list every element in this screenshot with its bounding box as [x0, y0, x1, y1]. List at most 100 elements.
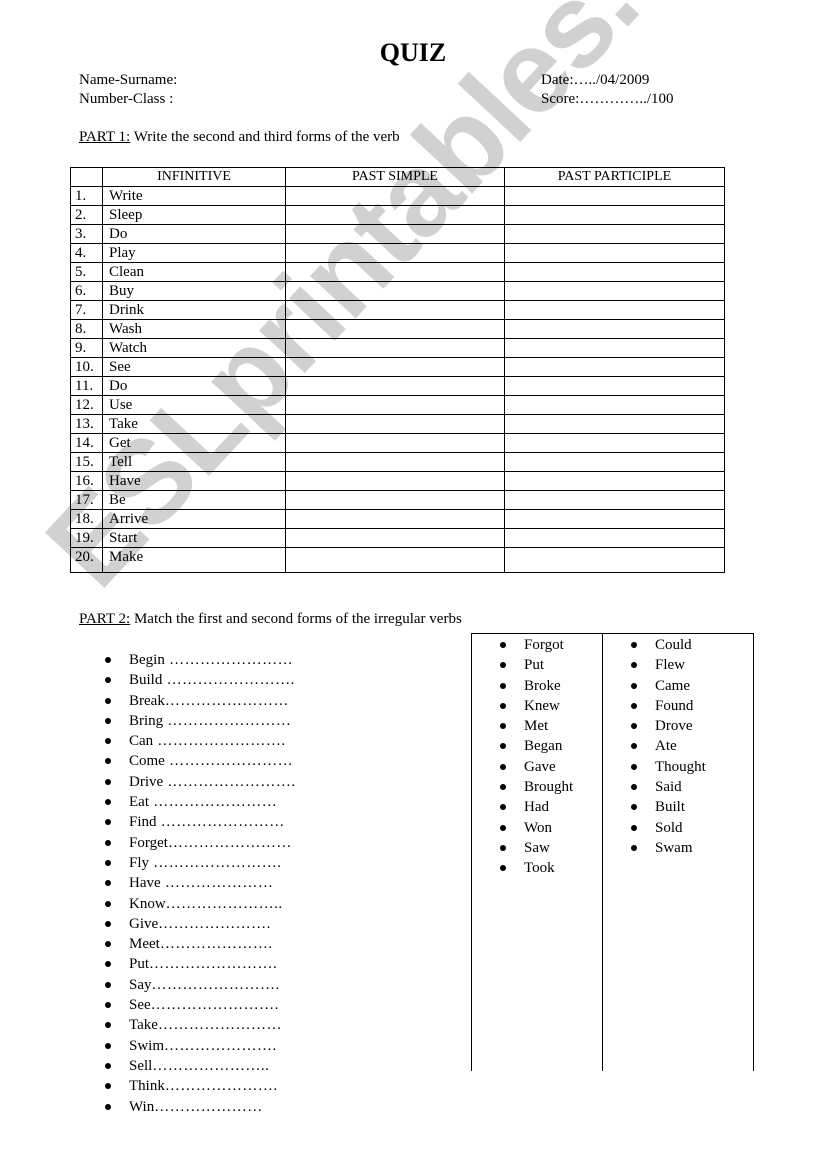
bullet-icon — [105, 981, 111, 988]
answer-blank[interactable]: …………………. — [164, 1038, 277, 1054]
row-number: 18. — [70, 509, 103, 529]
past-simple-cell[interactable] — [285, 433, 505, 453]
past-simple-cell[interactable] — [285, 395, 505, 415]
answer-blank[interactable]: ………………… — [161, 875, 274, 891]
past-simple-cell[interactable] — [285, 224, 505, 244]
answer-blank[interactable]: …………………… — [168, 835, 292, 851]
past-participle-cell[interactable] — [504, 433, 725, 453]
student-info: Name-Surname: Number-Class : — [79, 71, 177, 109]
answer-blank[interactable]: …………………. — [158, 916, 271, 932]
past-participle-cell[interactable] — [504, 319, 725, 339]
first-forms-list: Begin …………………… Build ……………………. Break………………… — [105, 650, 296, 1117]
bullet-icon — [631, 662, 637, 669]
past-participle-cell[interactable] — [504, 224, 725, 244]
table-row: 13. Take — [70, 414, 725, 434]
answer-blank[interactable]: ……………………. — [152, 977, 280, 993]
answer-blank[interactable]: …………………… — [165, 753, 293, 769]
row-number: 19. — [70, 528, 103, 548]
past-participle-cell[interactable] — [504, 338, 725, 358]
past-simple-cell[interactable] — [285, 205, 505, 225]
answer-blank[interactable]: …………………… — [163, 713, 291, 729]
second-form-verb: Thought — [655, 758, 706, 775]
past-simple-cell[interactable] — [285, 357, 505, 377]
past-participle-cell[interactable] — [504, 205, 725, 225]
list-item: Met — [500, 716, 573, 736]
past-simple-cell[interactable] — [285, 319, 505, 339]
list-item: Sold — [631, 818, 706, 838]
list-item: Built — [631, 797, 706, 817]
past-participle-cell[interactable] — [504, 243, 725, 263]
list-item: Ate — [631, 736, 706, 756]
answer-blank[interactable]: ………………….. — [166, 896, 283, 912]
past-participle-cell[interactable] — [504, 490, 725, 510]
past-simple-cell[interactable] — [285, 452, 505, 472]
past-simple-cell[interactable] — [285, 509, 505, 529]
bullet-icon — [500, 702, 506, 709]
past-participle-cell[interactable] — [504, 452, 725, 472]
first-form-verb: Build — [129, 672, 163, 689]
past-participle-cell[interactable] — [504, 509, 725, 529]
past-simple-cell[interactable] — [285, 281, 505, 301]
answer-blank[interactable]: ……………………. — [163, 774, 296, 790]
past-simple-cell[interactable] — [285, 376, 505, 396]
past-simple-cell[interactable] — [285, 262, 505, 282]
second-form-verb: Forgot — [524, 637, 564, 653]
list-item: Drive ……………………. — [105, 772, 296, 792]
past-participle-cell[interactable] — [504, 547, 725, 573]
answer-blank[interactable]: …………………… — [165, 693, 289, 709]
past-simple-cell[interactable] — [285, 243, 505, 263]
past-participle-cell[interactable] — [504, 471, 725, 491]
past-simple-cell[interactable] — [285, 300, 505, 320]
list-item: Broke — [500, 676, 573, 696]
answer-blank[interactable]: ………………….. — [152, 1058, 269, 1074]
list-item: Take…………………… — [105, 1015, 296, 1035]
list-item: Swim…………………. — [105, 1036, 296, 1056]
past-participle-cell[interactable] — [504, 528, 725, 548]
list-item: Had — [500, 797, 573, 817]
table-row: 17. Be — [70, 490, 725, 510]
bullet-icon — [105, 941, 111, 948]
first-form-verb: Fly — [129, 854, 150, 871]
answer-blank[interactable]: …………………… — [158, 1017, 282, 1033]
past-simple-cell[interactable] — [285, 490, 505, 510]
past-participle-cell[interactable] — [504, 262, 725, 282]
row-number: 3. — [70, 224, 103, 244]
answer-blank[interactable]: …………………… — [149, 794, 277, 810]
past-participle-cell[interactable] — [504, 376, 725, 396]
bullet-icon — [105, 1042, 111, 1049]
past-participle-cell[interactable] — [504, 357, 725, 377]
past-participle-cell[interactable] — [504, 414, 725, 434]
infinitive-cell: See — [102, 357, 286, 377]
answer-blank[interactable]: ……………………. — [153, 733, 286, 749]
second-form-verb: Put — [524, 657, 545, 674]
infinitive-cell: Do — [102, 376, 286, 396]
answer-blank[interactable]: ……………………. — [151, 997, 279, 1013]
past-simple-cell[interactable] — [285, 528, 505, 548]
answer-blank[interactable]: …………………… — [157, 814, 285, 830]
answer-blank[interactable]: ………………… — [154, 1099, 263, 1115]
answer-blank[interactable]: ……………………. — [149, 855, 282, 871]
past-simple-cell[interactable] — [285, 414, 505, 434]
bullet-icon — [105, 717, 111, 724]
answer-blank[interactable]: …………………… — [165, 652, 293, 668]
infinitive-cell: Write — [102, 186, 286, 206]
first-form-verb: See — [129, 997, 151, 1014]
past-simple-cell[interactable] — [285, 186, 505, 206]
row-number: 17. — [70, 490, 103, 510]
past-participle-cell[interactable] — [504, 300, 725, 320]
infinitive-cell: Sleep — [102, 205, 286, 225]
past-simple-cell[interactable] — [285, 547, 505, 573]
bullet-icon — [631, 763, 637, 770]
past-participle-cell[interactable] — [504, 281, 725, 301]
infinitive-cell: Tell — [102, 452, 286, 472]
row-number: 20. — [70, 547, 103, 573]
past-participle-cell[interactable] — [504, 186, 725, 206]
past-simple-cell[interactable] — [285, 338, 505, 358]
past-simple-cell[interactable] — [285, 471, 505, 491]
answer-blank[interactable]: ……………………. — [162, 672, 295, 688]
answer-blank[interactable]: …………………. — [160, 936, 273, 952]
answer-blank[interactable]: …………………. — [165, 1078, 278, 1094]
past-participle-cell[interactable] — [504, 395, 725, 415]
bullet-icon — [500, 662, 506, 669]
answer-blank[interactable]: ……………………. — [149, 956, 277, 972]
